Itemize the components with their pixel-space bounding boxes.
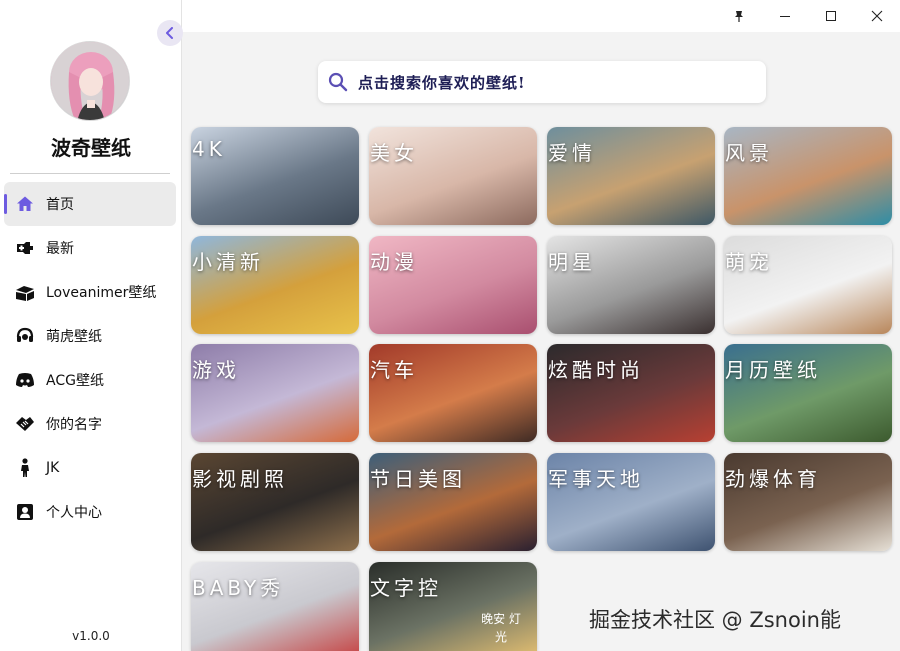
profile-card-icon bbox=[14, 501, 36, 523]
sidebar-item-home[interactable]: 首页 bbox=[4, 182, 176, 226]
avatar-image bbox=[51, 42, 129, 120]
category-label: 文字控 bbox=[370, 576, 442, 600]
home-icon bbox=[14, 193, 36, 215]
sidebar-item-loveanimer[interactable]: Loveanimer壁纸 bbox=[4, 270, 176, 314]
category-card-star[interactable]: 明星 bbox=[547, 236, 715, 334]
watermark: 掘金技术社区 @ Zsnoin能 bbox=[589, 608, 841, 632]
category-label: 小清新 bbox=[192, 250, 264, 274]
category-card-love[interactable]: 爱情 bbox=[547, 127, 715, 225]
category-card-anime[interactable]: 动漫 bbox=[369, 236, 537, 334]
pin-icon bbox=[735, 11, 743, 22]
sidebar-item-label: ACG壁纸 bbox=[46, 373, 104, 389]
card-overlay-text: 晚安 灯光 bbox=[481, 612, 521, 644]
category-card-fashion[interactable]: 炫酷时尚 bbox=[547, 344, 715, 442]
sidebar-item-label: 首页 bbox=[46, 197, 74, 213]
close-icon bbox=[871, 10, 883, 22]
sidebar-divider bbox=[10, 173, 170, 174]
category-label: 月历壁纸 bbox=[725, 358, 821, 382]
person-icon bbox=[14, 457, 36, 479]
sidebar-item-acg[interactable]: ACG壁纸 bbox=[4, 358, 176, 402]
app-name: 波奇壁纸 bbox=[51, 136, 131, 160]
sidebar-item-latest[interactable]: 最新 bbox=[4, 226, 176, 270]
category-label: 美女 bbox=[370, 141, 418, 165]
maximize-button[interactable] bbox=[808, 0, 854, 32]
discord-icon bbox=[14, 369, 36, 391]
category-card-fresh[interactable]: 小清新 bbox=[191, 236, 359, 334]
category-label: 爱情 bbox=[548, 141, 596, 165]
sidebar-item-label: 萌虎壁纸 bbox=[46, 329, 102, 345]
sidebar-nav: 首页 最新 Loveanimer壁纸 萌虎壁纸 ACG壁纸 你的名字 JK 个人… bbox=[4, 182, 176, 534]
sidebar: 波奇壁纸 首页 最新 Loveanimer壁纸 萌虎壁纸 ACG壁纸 你的名字 … bbox=[0, 0, 183, 651]
category-card-scenery[interactable]: 风景 bbox=[724, 127, 892, 225]
category-card-military[interactable]: 军事天地 bbox=[547, 453, 715, 551]
category-card-text[interactable]: 文字控 晚安 灯光 bbox=[369, 562, 537, 651]
category-label: 萌宠 bbox=[725, 250, 773, 274]
category-card-beauty[interactable]: 美女 bbox=[369, 127, 537, 225]
pin-button[interactable] bbox=[716, 0, 762, 32]
sidebar-item-label: 个人中心 bbox=[46, 505, 102, 521]
sidebar-item-label: 你的名字 bbox=[46, 417, 102, 433]
minimize-button[interactable] bbox=[762, 0, 808, 32]
category-label: 炫酷时尚 bbox=[548, 358, 644, 382]
close-button[interactable] bbox=[854, 0, 900, 32]
category-label: 4K bbox=[192, 137, 226, 161]
sidebar-item-label: JK bbox=[46, 460, 60, 476]
category-card-cars[interactable]: 汽车 bbox=[369, 344, 537, 442]
minimize-icon bbox=[780, 16, 790, 17]
version-label: v1.0.0 bbox=[72, 629, 110, 643]
books-icon bbox=[14, 281, 36, 303]
category-card-games[interactable]: 游戏 bbox=[191, 344, 359, 442]
category-label: 影视剧照 bbox=[192, 467, 288, 491]
collapse-sidebar-button[interactable] bbox=[157, 20, 183, 46]
sidebar-item-profile[interactable]: 个人中心 bbox=[4, 490, 176, 534]
avatar[interactable] bbox=[50, 41, 130, 121]
category-label: 风景 bbox=[725, 141, 773, 165]
category-card-pets[interactable]: 萌宠 bbox=[724, 236, 892, 334]
search-icon bbox=[328, 72, 348, 92]
category-card-holiday[interactable]: 节日美图 bbox=[369, 453, 537, 551]
category-label: 明星 bbox=[548, 250, 596, 274]
search-bar[interactable]: 点击搜索你喜欢的壁纸! bbox=[318, 61, 766, 103]
category-card-baby[interactable]: BABY秀 bbox=[191, 562, 359, 651]
new-icon bbox=[14, 237, 36, 259]
category-card-calendar[interactable]: 月历壁纸 bbox=[724, 344, 892, 442]
category-card-4k[interactable]: 4K bbox=[191, 127, 359, 225]
category-label: 汽车 bbox=[370, 358, 418, 382]
category-label: 劲爆体育 bbox=[725, 467, 821, 491]
category-card-film[interactable]: 影视剧照 bbox=[191, 453, 359, 551]
sidebar-item-label: 最新 bbox=[46, 241, 74, 257]
category-label: 游戏 bbox=[192, 358, 240, 382]
handshake-icon bbox=[14, 413, 36, 435]
sidebar-item-menghu[interactable]: 萌虎壁纸 bbox=[4, 314, 176, 358]
sidebar-item-your-name[interactable]: 你的名字 bbox=[4, 402, 176, 446]
category-label: BABY秀 bbox=[192, 576, 285, 600]
category-label: 动漫 bbox=[370, 250, 418, 274]
category-label: 节日美图 bbox=[370, 467, 466, 491]
chevron-left-icon bbox=[166, 27, 173, 39]
sidebar-item-jk[interactable]: JK bbox=[4, 446, 176, 490]
category-card-sports[interactable]: 劲爆体育 bbox=[724, 453, 892, 551]
category-label: 军事天地 bbox=[548, 467, 644, 491]
search-placeholder: 点击搜索你喜欢的壁纸! bbox=[358, 73, 526, 92]
title-bar[interactable] bbox=[182, 0, 900, 32]
maximize-icon bbox=[826, 11, 836, 21]
sidebar-item-label: Loveanimer壁纸 bbox=[46, 285, 157, 301]
headset-icon bbox=[14, 325, 36, 347]
